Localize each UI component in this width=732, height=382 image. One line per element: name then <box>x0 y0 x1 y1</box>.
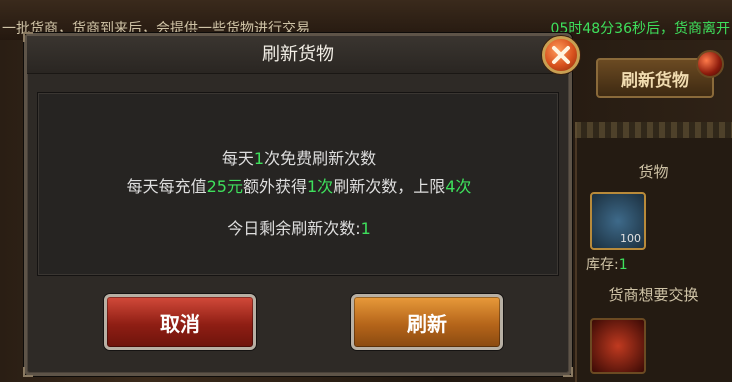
remaining-refresh-count: 1 <box>360 219 371 238</box>
bonus-limit: 4次 <box>445 177 472 196</box>
recharge-bonus-info: 每天每充值25元额外获得1次刷新次数，上限4次 <box>126 177 472 196</box>
stock-label: 库存: <box>586 257 619 273</box>
recharge-amount: 25元 <box>206 177 243 196</box>
orb-icon[interactable] <box>696 50 724 78</box>
goods-label: 货物 <box>638 163 669 181</box>
cancel-button[interactable]: 取消 <box>104 294 256 350</box>
merchant-timer: 05时48分36秒后，货商离开 <box>550 21 730 37</box>
close-x-icon <box>552 46 570 64</box>
bonus-times: 1次 <box>307 177 334 196</box>
corner-ornament <box>563 367 573 377</box>
refresh-button[interactable]: 刷新 <box>351 294 503 350</box>
refresh-goods-dialog: 刷新货物 每天1次免费刷新次数 每天每充值25元额外获得1次刷新次数，上限4次 … <box>23 32 580 377</box>
stock-text: 库存:1 <box>586 254 628 274</box>
merchant-wants-label: 货商想要交换 <box>608 286 699 304</box>
exchange-item-icon[interactable] <box>590 318 646 374</box>
item-count: 100 <box>620 232 641 245</box>
panel-ornament <box>575 122 732 138</box>
info-box: 每天1次免费刷新次数 每天每充值25元额外获得1次刷新次数，上限4次 今日剩余刷… <box>37 92 559 276</box>
close-button[interactable] <box>542 36 580 74</box>
corner-ornament <box>23 367 33 377</box>
free-refresh-info: 每天1次免费刷新次数 <box>221 149 377 168</box>
dialog-title: 刷新货物 <box>262 44 334 65</box>
free-refresh-count: 1 <box>253 149 265 168</box>
remaining-refresh-info: 今日剩余刷新次数:1 <box>227 219 371 238</box>
stock-value: 1 <box>618 257 628 273</box>
